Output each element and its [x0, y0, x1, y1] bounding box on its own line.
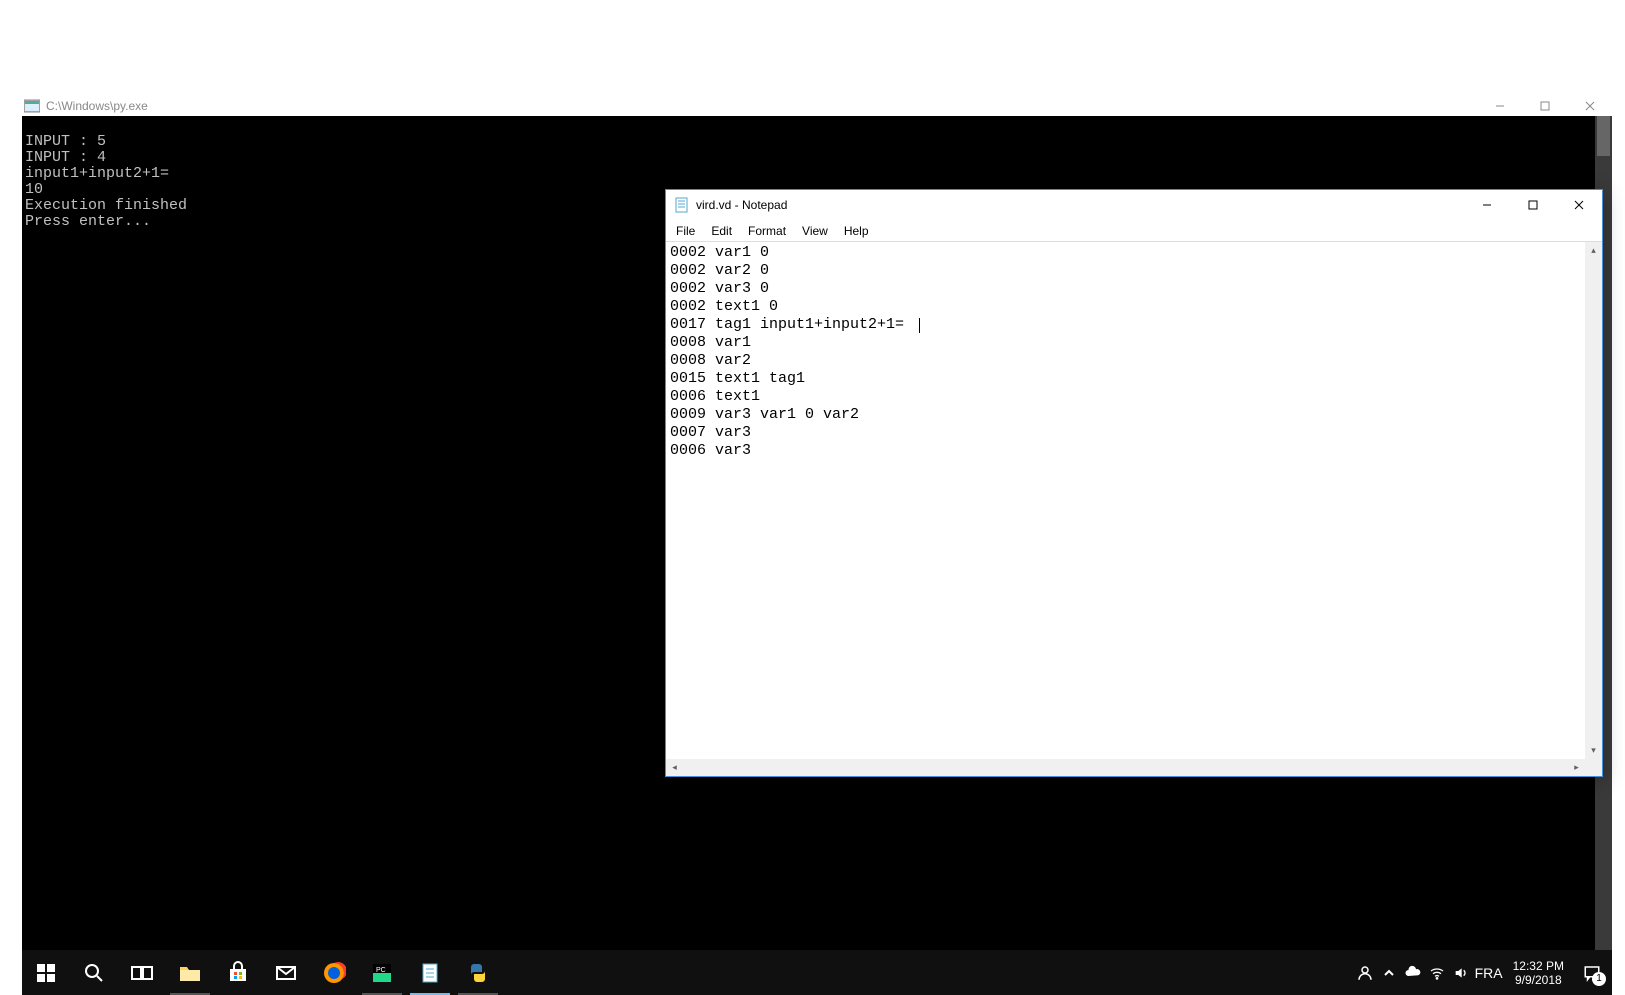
scroll-right-icon[interactable]: ▸ — [1568, 759, 1585, 776]
console-minimize-button[interactable] — [1477, 96, 1522, 116]
notepad-minimize-button[interactable] — [1464, 190, 1510, 220]
clock-time: 12:32 PM — [1513, 959, 1564, 973]
mail-button[interactable] — [262, 950, 310, 995]
notepad-titlebar[interactable]: vird.vd - Notepad — [666, 190, 1602, 220]
search-button[interactable] — [70, 950, 118, 995]
console-line: Press enter... — [25, 213, 151, 230]
menu-view[interactable]: View — [794, 222, 836, 240]
menu-edit[interactable]: Edit — [703, 222, 740, 240]
menu-help[interactable]: Help — [836, 222, 877, 240]
onedrive-icon[interactable] — [1401, 964, 1425, 982]
scroll-up-icon[interactable]: ▴ — [1585, 242, 1602, 259]
clock[interactable]: 12:32 PM 9/9/2018 — [1505, 959, 1572, 987]
console-window-controls — [1477, 96, 1612, 116]
menu-format[interactable]: Format — [740, 222, 794, 240]
notepad-taskbar-button[interactable] — [406, 950, 454, 995]
console-line: Execution finished — [25, 197, 187, 214]
svg-text:PC: PC — [376, 967, 386, 974]
notepad-horizontal-scrollbar[interactable]: ◂ ▸ — [666, 759, 1585, 776]
notepad-app-icon — [674, 197, 690, 213]
scroll-left-icon[interactable]: ◂ — [666, 759, 683, 776]
taskbar-left: PC — [22, 950, 502, 995]
menu-file[interactable]: File — [668, 222, 703, 240]
tray-chevron-up-icon[interactable] — [1377, 967, 1401, 979]
console-title: C:\Windows\py.exe — [46, 99, 1477, 113]
notepad-vertical-scrollbar[interactable]: ▴ ▾ — [1585, 242, 1602, 759]
notepad-maximize-button[interactable] — [1510, 190, 1556, 220]
file-explorer-button[interactable] — [166, 950, 214, 995]
notepad-menubar: File Edit Format View Help — [666, 220, 1602, 241]
firefox-button[interactable] — [310, 950, 358, 995]
console-line: INPUT : 5 — [25, 133, 106, 150]
console-line: INPUT : 4 — [25, 149, 106, 166]
notepad-title: vird.vd - Notepad — [696, 198, 1464, 212]
console-close-button[interactable] — [1567, 96, 1612, 116]
task-view-button[interactable] — [118, 950, 166, 995]
action-center-button[interactable]: 1 — [1572, 964, 1612, 982]
network-icon[interactable] — [1425, 965, 1449, 981]
notification-badge: 1 — [1592, 972, 1606, 986]
console-app-icon — [24, 98, 40, 114]
notepad-text-area[interactable]: 0002 var1 0 0002 var2 0 0002 var3 0 0002… — [666, 242, 1585, 759]
taskbar-right: FRA 12:32 PM 9/9/2018 1 — [1353, 950, 1612, 995]
notepad-window: vird.vd - Notepad File Edit Format View … — [665, 189, 1603, 777]
console-line: 10 — [25, 181, 43, 198]
pycharm-button[interactable]: PC — [358, 950, 406, 995]
taskbar: PC FRA 12:32 PM 9/9/2018 1 — [22, 950, 1612, 995]
console-titlebar[interactable]: C:\Windows\py.exe — [22, 96, 1612, 116]
people-icon[interactable] — [1353, 964, 1377, 982]
notepad-close-button[interactable] — [1556, 190, 1602, 220]
language-indicator[interactable]: FRA — [1473, 965, 1505, 981]
start-button[interactable] — [22, 950, 70, 995]
python-idle-button[interactable] — [454, 950, 502, 995]
notepad-body: 0002 var1 0 0002 var2 0 0002 var3 0 0002… — [666, 241, 1602, 776]
text-cursor — [919, 318, 920, 333]
notepad-scroll-corner — [1585, 759, 1602, 776]
notepad-window-controls — [1464, 190, 1602, 220]
microsoft-store-button[interactable] — [214, 950, 262, 995]
volume-icon[interactable] — [1449, 965, 1473, 981]
console-scrollbar-thumb[interactable] — [1597, 116, 1610, 156]
console-maximize-button[interactable] — [1522, 96, 1567, 116]
clock-date: 9/9/2018 — [1513, 973, 1564, 987]
scroll-down-icon[interactable]: ▾ — [1585, 742, 1602, 759]
console-line: input1+input2+1= — [25, 165, 169, 182]
